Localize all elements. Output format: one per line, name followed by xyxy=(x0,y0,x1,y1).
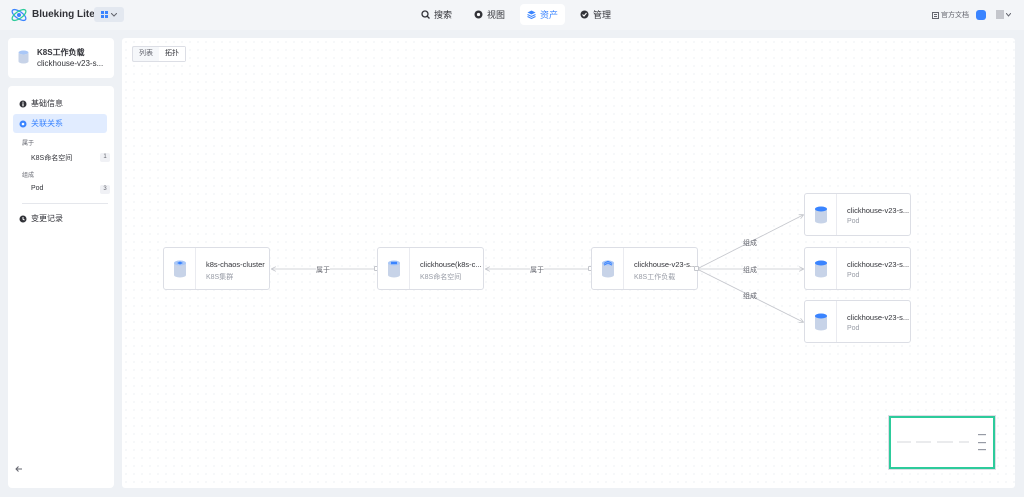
pod-count-badge: 3 xyxy=(100,185,110,194)
divider xyxy=(22,203,108,204)
edge-label: 属于 xyxy=(316,265,330,275)
topology-node-pod[interactable]: clickhouse-v23-s... Pod xyxy=(804,300,911,343)
nav-label: 视图 xyxy=(487,10,506,20)
node-type: Pod xyxy=(847,218,860,225)
node-type: K8S工作负载 xyxy=(634,274,676,281)
node-title: clickhouse-v23-s... xyxy=(847,206,910,215)
database-icon xyxy=(814,260,827,277)
object-card: K8S工作负载 clickhouse-v23-s... xyxy=(8,38,114,78)
toggle-list[interactable]: 列表 xyxy=(133,47,159,61)
doc-link-label: 官方文档 xyxy=(941,12,969,19)
database-icon xyxy=(387,260,400,277)
database-icon xyxy=(601,260,614,277)
manage-icon xyxy=(580,10,589,19)
search-icon xyxy=(421,10,430,19)
node-icon-wrap xyxy=(805,194,837,235)
database-icon xyxy=(18,50,29,64)
topology-node-workload[interactable]: clickhouse-v23-s... K8S工作负载 xyxy=(591,247,698,290)
topology-node-pod[interactable]: clickhouse-v23-s... Pod xyxy=(804,247,911,290)
info-icon xyxy=(19,100,27,107)
node-title: clickhouse-v23-s... xyxy=(634,260,697,269)
nav-assets[interactable]: 资产 xyxy=(520,4,566,25)
nav-label: 管理 xyxy=(593,10,612,20)
topology-node-pod[interactable]: clickhouse-v23-s... Pod xyxy=(804,193,911,236)
app-title[interactable]: Blueking Lite xyxy=(32,9,95,20)
detail-sidebar: 基础信息 关联关系 属于 K8S命名空间 1 组成 Pod 3 变更记录 xyxy=(8,86,114,488)
database-icon xyxy=(814,206,827,223)
node-type: K8S命名空间 xyxy=(420,274,462,281)
database-icon xyxy=(173,260,186,277)
history-icon xyxy=(19,215,27,222)
layers-icon xyxy=(527,10,536,19)
menu-label: 变更记录 xyxy=(31,214,63,223)
apps-icon xyxy=(101,11,108,18)
node-title: clickhouse-v23-s... xyxy=(847,313,910,322)
node-title: clickhouse-v23-s... xyxy=(847,260,910,269)
chevron-down-icon xyxy=(1006,12,1011,17)
avatar[interactable] xyxy=(976,10,986,20)
node-title: k8s-chaos-cluster xyxy=(206,260,265,269)
edge-label: 组成 xyxy=(743,265,757,275)
edge-label: 组成 xyxy=(743,293,757,300)
view-icon xyxy=(474,10,483,19)
menu-label: 关联关系 xyxy=(31,119,63,128)
object-instance-name: clickhouse-v23-s... xyxy=(37,59,104,68)
relation-icon xyxy=(19,120,27,127)
menu-change-log[interactable]: 变更记录 xyxy=(13,209,107,228)
object-title: K8S工作负载 xyxy=(37,48,85,57)
node-type: Pod xyxy=(847,272,860,279)
nav-search[interactable]: 搜索 xyxy=(414,4,459,25)
namespace-count-badge: 1 xyxy=(100,153,110,162)
topology-minimap[interactable] xyxy=(888,415,996,470)
grid-icon xyxy=(996,10,1004,19)
node-icon-wrap xyxy=(164,248,196,289)
doc-link[interactable]: 官方文档 xyxy=(932,10,969,20)
node-icon-wrap xyxy=(378,248,410,289)
document-icon xyxy=(932,11,939,19)
node-type: K8S集群 xyxy=(206,274,234,281)
view-toggle: 列表 拓扑 xyxy=(132,46,186,62)
app-switcher[interactable] xyxy=(94,7,124,22)
node-port xyxy=(694,266,699,271)
node-icon-wrap xyxy=(592,248,624,289)
nav-view[interactable]: 视图 xyxy=(467,4,512,25)
nav-label: 搜索 xyxy=(434,10,453,20)
node-icon-wrap xyxy=(805,248,837,289)
edge-label: 组成 xyxy=(743,240,757,247)
nav-label: 资产 xyxy=(540,10,559,20)
main-nav: 搜索 视图 资产 管理 xyxy=(414,4,618,25)
topology-node-namespace[interactable]: clickhouse(k8s-c... K8S命名空间 xyxy=(377,247,484,290)
relation-group-composed: 组成 xyxy=(22,173,35,179)
toggle-topology[interactable]: 拓扑 xyxy=(159,47,185,61)
topology-node-cluster[interactable]: k8s-chaos-cluster K8S集群 xyxy=(163,247,270,290)
user-menu[interactable] xyxy=(996,10,1011,19)
menu-relations[interactable]: 关联关系 xyxy=(13,114,107,133)
nav-manage[interactable]: 管理 xyxy=(573,4,618,25)
node-title: clickhouse(k8s-c... xyxy=(420,260,482,269)
blueking-logo-icon[interactable] xyxy=(10,6,28,24)
chevron-down-icon xyxy=(111,12,117,17)
collapse-arrow-icon[interactable] xyxy=(14,464,24,474)
minimap-viewport[interactable] xyxy=(889,416,995,469)
relation-item-pod[interactable]: Pod xyxy=(31,185,43,192)
menu-label: 基础信息 xyxy=(31,99,63,108)
node-icon-wrap xyxy=(805,301,837,342)
top-header: Blueking Lite 搜索 视图 资产 管理 官方文档 xyxy=(0,0,1024,30)
relation-group-belongs: 属于 xyxy=(22,141,35,147)
node-type: Pod xyxy=(847,325,860,332)
database-icon xyxy=(814,313,827,330)
relation-item-namespace[interactable]: K8S命名空间 xyxy=(31,153,72,163)
menu-basic-info[interactable]: 基础信息 xyxy=(13,94,107,113)
edge-label: 属于 xyxy=(530,265,544,275)
